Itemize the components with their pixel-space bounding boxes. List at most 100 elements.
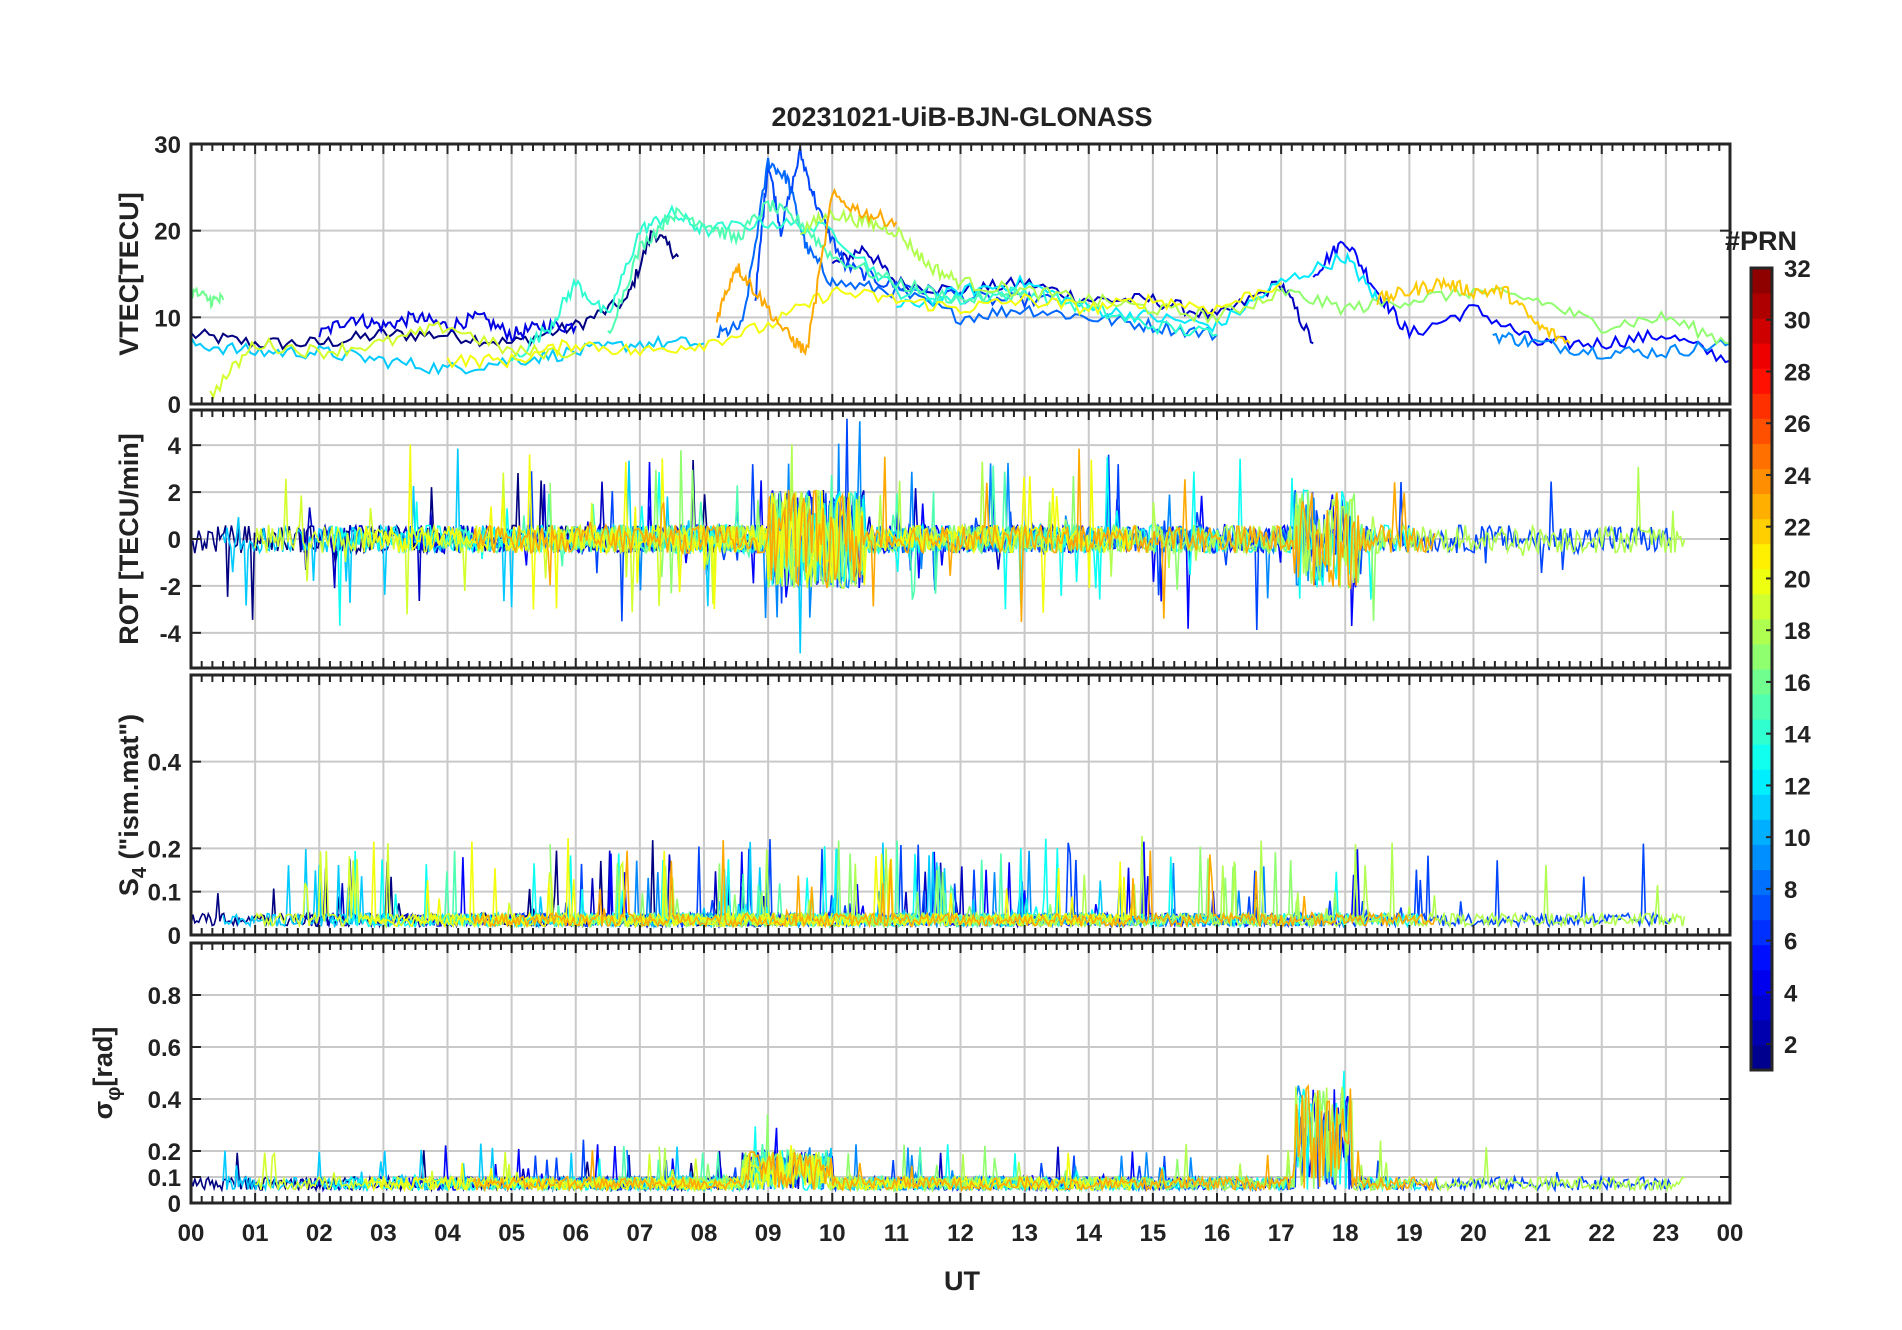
colorbar-tick-label: 18 — [1784, 618, 1811, 645]
y-tick-label: 2 — [168, 480, 181, 507]
colorbar-segment — [1751, 744, 1772, 770]
x-tick-label: 12 — [947, 1220, 974, 1247]
colorbar-segment — [1751, 869, 1772, 896]
x-tick-label: 04 — [434, 1220, 461, 1247]
y-tick-label: 0.2 — [148, 1139, 181, 1166]
panel-rot: -4 -2 0 2 4 ROT [TECU/min] — [114, 408, 1732, 670]
panel-s4: 0 0.1 0.2 0.4S4 ("ism.mat") — [114, 673, 1732, 950]
figure: 20231021-UiB-BJN-GLONASS 0102030VTEC[TEC… — [88, 102, 1811, 1296]
colorbar-segment — [1751, 443, 1772, 469]
colorbar-segment — [1751, 468, 1772, 495]
x-tick-label: 21 — [1524, 1220, 1551, 1247]
colorbar-tick-label: 4 — [1784, 980, 1798, 1007]
colorbar-segment — [1751, 268, 1772, 294]
x-tick-label: 20 — [1460, 1220, 1487, 1247]
y-axis-title-vtec: VTEC[TECU] — [114, 192, 144, 356]
x-tick-label: 16 — [1204, 1220, 1231, 1247]
sigma_phi-trace-prn-23 — [472, 1083, 1436, 1193]
y-axis-title-s4: S4 ("ism.mat") — [114, 714, 151, 896]
sigma_phi-trace-prn-5 — [408, 1089, 1372, 1193]
colorbar-tick-label: 6 — [1784, 929, 1797, 956]
colorbar-tick-label: 30 — [1784, 308, 1811, 335]
panel-sigma_phi: 00.10.2 0.4 0.6 0.8 σφ[rad] 00 01 02 03 04 05 06 07 0… — [88, 941, 1744, 1247]
x-axis-title: UT — [944, 1266, 980, 1296]
colorbar-segment — [1751, 694, 1772, 720]
x-tick-label: 22 — [1588, 1220, 1615, 1247]
colorbar-tick-label: 16 — [1784, 670, 1811, 697]
colorbar-tick-label: 12 — [1784, 773, 1811, 800]
colorbar-segment — [1751, 769, 1772, 795]
colorbar-segment — [1751, 1044, 1772, 1071]
colorbar-segment — [1751, 393, 1772, 419]
colorbar-segment — [1751, 293, 1772, 319]
y-tick-label: 0 — [168, 923, 181, 950]
x-tick-label: 07 — [627, 1220, 654, 1247]
x-tick-label: 23 — [1653, 1220, 1680, 1247]
y-axis-title-sigma_phi: σφ[rad] — [88, 1027, 125, 1120]
y-tick-label: -2 — [160, 574, 181, 601]
x-tick-label: 09 — [755, 1220, 782, 1247]
colorbar-segment — [1751, 493, 1772, 520]
colorbar-segment — [1751, 418, 1772, 444]
x-tick-label: 00 — [1717, 1220, 1744, 1247]
x-tick-label: 13 — [1011, 1220, 1038, 1247]
x-tick-label: 05 — [498, 1220, 525, 1247]
y-tick-label: 0.1 — [148, 880, 181, 907]
series-rot — [191, 418, 1686, 654]
vtec-series-prn-17 — [1280, 285, 1730, 346]
x-tick-label: 11 — [884, 1220, 909, 1247]
rot-trace-prn-9 — [626, 421, 1332, 619]
x-tick-label: 18 — [1332, 1220, 1359, 1247]
y-tick-label: 0.2 — [148, 836, 181, 863]
y-tick-label: 0.6 — [148, 1035, 181, 1062]
series-s4 — [191, 836, 1686, 930]
colorbar: #PRN2468101214161820222426283032 — [1725, 226, 1811, 1072]
y-tick-label: 0 — [168, 1191, 181, 1218]
x-tick-label: 00 — [178, 1220, 205, 1247]
colorbar-segment — [1751, 719, 1772, 745]
x-tick-label: 02 — [306, 1220, 333, 1247]
y-tick-label: 20 — [154, 219, 181, 246]
x-tick-label: 08 — [691, 1220, 718, 1247]
x-tick-label: 03 — [370, 1220, 397, 1247]
y-tick-label: 0.4 — [148, 750, 182, 777]
y-tick-labels-sigma_phi: 00.10.2 0.4 0.6 0.8 — [148, 983, 182, 1218]
x-tick-label: 06 — [562, 1220, 589, 1247]
x-tick-label: 15 — [1140, 1220, 1167, 1247]
figure-title: 20231021-UiB-BJN-GLONASS — [771, 102, 1152, 132]
colorbar-segment — [1751, 1019, 1772, 1046]
x-tick-label: 14 — [1075, 1220, 1102, 1247]
y-tick-label: 30 — [154, 132, 181, 159]
grid-vtec — [191, 144, 1730, 404]
colorbar-tick-label: 32 — [1784, 256, 1811, 283]
colorbar-tick-label: 10 — [1784, 825, 1811, 852]
colorbar-segment — [1751, 518, 1772, 545]
x-tick-label: 10 — [819, 1220, 846, 1247]
panel-vtec: 0 10 20 30 VTEC[TECU] — [114, 132, 1732, 419]
x-tick-label: 19 — [1396, 1220, 1423, 1247]
colorbar-tick-label: 26 — [1784, 411, 1811, 438]
colorbar-segment — [1751, 844, 1772, 870]
colorbar-segment — [1751, 593, 1772, 620]
vtec-series-prn-16 — [191, 286, 225, 310]
colorbar-tick-label: 8 — [1784, 877, 1797, 904]
colorbar-tick-label: 14 — [1784, 722, 1811, 749]
y-tick-label: 0 — [168, 392, 181, 419]
colorbar-segment — [1751, 819, 1772, 845]
colorbar-segment — [1751, 618, 1772, 645]
colorbar-title: #PRN — [1725, 226, 1797, 256]
y-tick-label: 0.4 — [148, 1087, 182, 1114]
y-tick-label: 0.8 — [148, 983, 181, 1010]
x-tick-label: 01 — [242, 1220, 269, 1247]
y-tick-labels-rot: -4 -2 0 2 4 — [160, 433, 182, 648]
y-tick-label: 0.1 — [148, 1165, 181, 1192]
y-tick-label: 0 — [168, 527, 181, 554]
colorbar-tick-label: 20 — [1784, 566, 1811, 593]
y-axis-title-rot: ROT [TECU/min] — [114, 433, 144, 644]
colorbar-segment — [1751, 643, 1772, 670]
vtec-series-prn-5 — [1312, 240, 1730, 364]
colorbar-segment — [1751, 543, 1772, 570]
vtec-series-prn-18 — [799, 207, 1282, 325]
series-sigma_phi — [191, 1070, 1685, 1194]
colorbar-segment — [1751, 894, 1772, 921]
